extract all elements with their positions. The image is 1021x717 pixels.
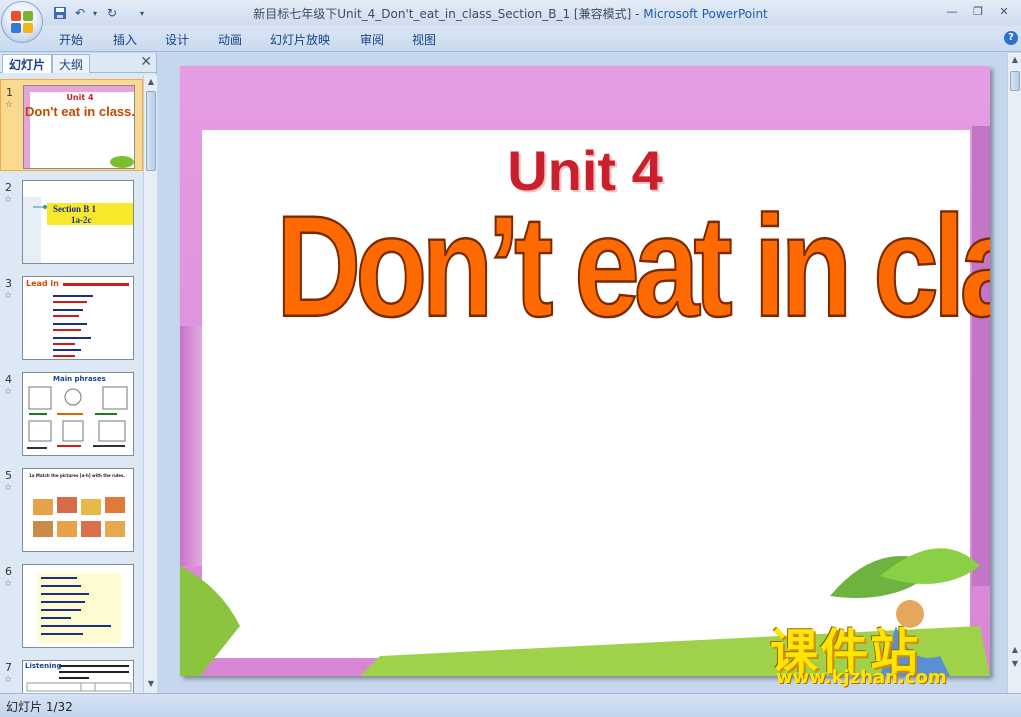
slide-canvas[interactable]: Unit 4 Don’t eat in class. [180,66,990,676]
tab-home[interactable]: 开始 [59,31,83,48]
thumbnail-1[interactable]: 1 ☆ Unit 4 Don't eat in class. [0,79,143,171]
scrollbar-thumb[interactable] [1010,71,1020,91]
thumb-number: 3 [5,277,12,290]
thumb-number: 7 [5,661,12,674]
animation-star-icon: ☆ [4,195,13,205]
thumb-preview: Unit 4 Don't eat in class. [23,85,135,169]
thumb-1-title: Unit 4 [66,93,94,102]
status-bar: 幻灯片 1/32 [0,693,1021,717]
thumb-2-text: 1a-2c [71,215,92,225]
thumb-5-title: 1a Match the pictures [a-h] with the rul… [29,473,125,478]
animation-star-icon: ☆ [4,675,13,685]
thumbnail-5[interactable]: 5 ☆ 1a Match the pictures [a-h] with the… [0,463,143,555]
minimize-button[interactable]: — [940,2,964,20]
scroll-up-icon[interactable]: ▲ [1010,55,1020,64]
tab-design[interactable]: 设计 [165,31,189,48]
thumb-preview [22,564,134,648]
help-icon[interactable]: ? [1004,31,1018,45]
thumbnail-4[interactable]: 4 ☆ Main phrases [0,367,143,459]
animation-star-icon: ☆ [4,483,13,493]
tab-slides[interactable]: 幻灯片 [2,54,53,73]
animation-star-icon: ☆ [5,100,14,110]
slide-title[interactable]: Don’t eat in class. [275,184,990,350]
tab-view[interactable]: 视图 [412,31,436,48]
scroll-up-icon[interactable]: ▲ [146,77,156,86]
scroll-down-icon[interactable]: ▼ [146,679,156,688]
thumb-4-title: Main phrases [53,375,106,383]
scrollbar-thumb[interactable] [146,91,156,171]
maximize-button[interactable]: ❐ [966,2,990,20]
office-button[interactable] [1,1,43,43]
animation-star-icon: ☆ [4,579,13,589]
thumb-number: 2 [5,181,12,194]
thumbnail-6[interactable]: 6 ☆ [0,559,143,651]
thumb-2-title: Section B 1 [53,204,97,214]
thumbnail-7[interactable]: 7 ☆ Listening [0,655,143,693]
thumb-preview: Section B 1 1a-2c [22,180,134,264]
animation-star-icon: ☆ [4,291,13,301]
thumb-preview: 1a Match the pictures [a-h] with the rul… [22,468,134,552]
tab-animations[interactable]: 动画 [218,31,242,48]
tab-insert[interactable]: 插入 [113,31,137,48]
thumb-1-text: Don't eat in class. [24,104,135,119]
tab-slideshow[interactable]: 幻灯片放映 [270,31,330,48]
close-button[interactable]: ✕ [992,2,1016,20]
ribbon-tabs: 开始 插入 设计 动画 幻灯片放映 审阅 视图 ? [0,26,1021,52]
thumbnail-list: 1 ☆ Unit 4 Don't eat in class. 2 ☆ Secti… [0,75,143,693]
thumb-number: 5 [5,469,12,482]
window-title: 新目标七年级下Unit_4_Don't_eat_in_class_Section… [253,7,768,21]
slides-panel: 幻灯片 大纲 ✕ 1 ☆ Unit 4 Don't eat in class. … [0,53,157,693]
close-panel-icon[interactable]: ✕ [140,54,152,70]
thumbnail-scrollbar[interactable]: ▲ ▼ [143,75,157,693]
thumbnail-3[interactable]: 3 ☆ Lead in [0,271,143,363]
thumb-preview: Main phrases [22,372,134,456]
title-bar: ↶ ▾ ↻ ▾ 新目标七年级下Unit_4_Don't_eat_in_class… [0,0,1021,26]
slide-counter: 幻灯片 1/32 [6,700,73,714]
slide-scrollbar[interactable]: ▲ ▲ ▼ [1007,53,1021,693]
office-logo-icon [11,11,33,33]
thumb-7-title: Listening [25,662,62,670]
thumb-number: 4 [5,373,12,386]
thumb-number: 1 [6,86,13,99]
panel-tabs: 幻灯片 大纲 ✕ [0,53,157,73]
thumb-preview: Lead in [22,276,134,360]
watermark-url: www.kjzhan.com [776,667,947,688]
tab-outline[interactable]: 大纲 [52,54,91,73]
thumb-number: 6 [5,565,12,578]
previous-slide-icon[interactable]: ▲ [1010,645,1020,654]
animation-star-icon: ☆ [4,387,13,397]
thumb-preview: Listening [22,660,134,693]
next-slide-icon[interactable]: ▼ [1010,659,1020,668]
thumbnail-2[interactable]: 2 ☆ Section B 1 1a-2c [0,175,143,267]
tab-review[interactable]: 审阅 [360,31,384,48]
thumb-3-title: Lead in [26,279,59,288]
